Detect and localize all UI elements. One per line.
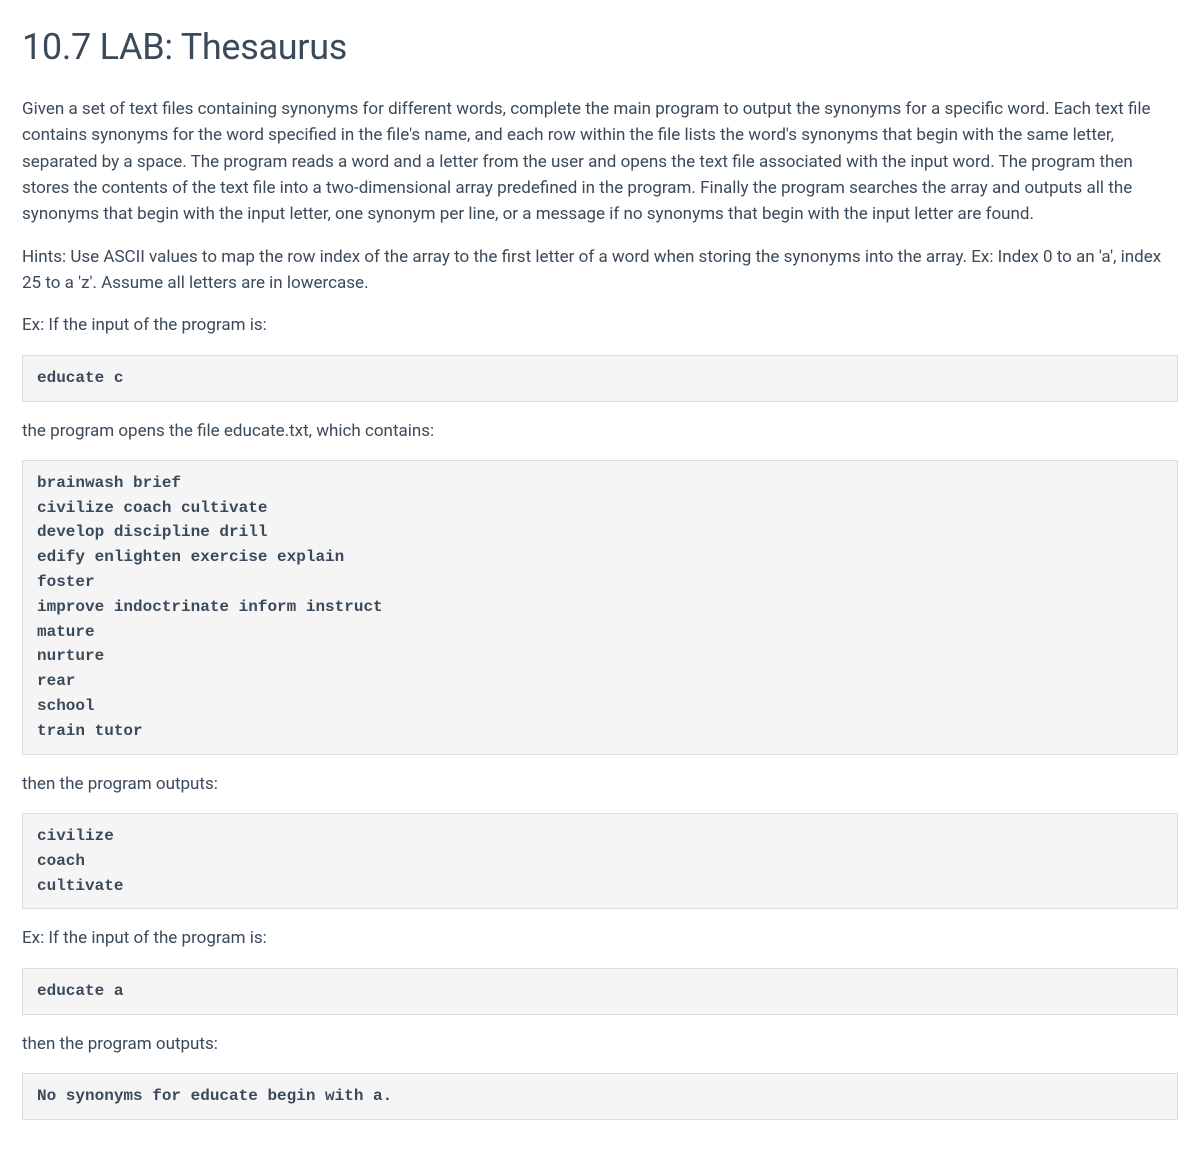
hints-paragraph: Hints: Use ASCII values to map the row i… bbox=[22, 244, 1178, 297]
example1-output-label: then the program outputs: bbox=[22, 771, 1178, 797]
example1-file-label: the program opens the file educate.txt, … bbox=[22, 418, 1178, 444]
page-title: 10.7 LAB: Thesaurus bbox=[22, 20, 1178, 74]
example2-input-code: educate a bbox=[22, 968, 1178, 1015]
file-contents-code: brainwash brief civilize coach cultivate… bbox=[22, 460, 1178, 755]
example2-output-code: No synonyms for educate begin with a. bbox=[22, 1073, 1178, 1120]
example2-input-label: Ex: If the input of the program is: bbox=[22, 925, 1178, 951]
example1-output-code: civilize coach cultivate bbox=[22, 813, 1178, 909]
example2-output-label: then the program outputs: bbox=[22, 1031, 1178, 1057]
example1-input-label: Ex: If the input of the program is: bbox=[22, 312, 1178, 338]
example1-input-code: educate c bbox=[22, 355, 1178, 402]
intro-paragraph: Given a set of text files containing syn… bbox=[22, 96, 1178, 228]
